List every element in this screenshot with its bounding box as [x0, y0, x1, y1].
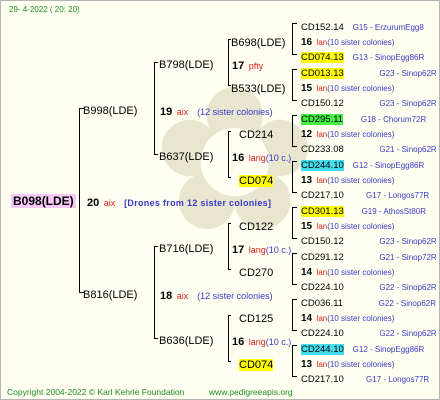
gen2-queen-1[interactable]: B798(LDE) [159, 55, 213, 73]
gen2-queen-3[interactable]: B716(LDE) [159, 239, 213, 257]
gen2-queen-2[interactable]: B637(LDE) [159, 147, 213, 165]
root-drone-info: 20 aix [Drones from 12 sister colonies] [87, 197, 272, 209]
gen1-queen-1-info: 19 aix (12 sister colonies) [160, 106, 273, 118]
gen3-queen-2[interactable]: B533(LDE) [231, 79, 285, 97]
gen2-queen-4-info: 16 lang(10 c.) [232, 336, 292, 348]
root-queen-label[interactable]: B098(LDE) [11, 194, 76, 208]
gen1-queen-2[interactable]: B816(LDE) [83, 285, 137, 303]
gen3-queen-4[interactable]: CD074 [239, 171, 274, 189]
website-link[interactable]: www.pedigreeapis.org [209, 387, 293, 397]
gen3-queen-3[interactable]: CD214 [239, 125, 273, 143]
pedigree-chart: ✿ 29- 4-2022 ( 20: 20) Copyright 2004-20… [0, 0, 440, 400]
gen2-queen-2-info: 16 lang(10 c.) [232, 152, 292, 164]
report-date: 29- 4-2022 ( 20: 20) [9, 5, 80, 14]
gen3-queen-5[interactable]: CD122 [239, 217, 273, 235]
gen1-queen-2-info: 18 aix (12 sister colonies) [160, 290, 273, 302]
root-queen[interactable]: B098(LDE) [11, 192, 76, 210]
gen3-queen-6[interactable]: CD270 [239, 263, 273, 281]
gen2-queen-3-info: 17 lang(10 c.) [232, 244, 292, 256]
gen3-queen-7[interactable]: CD125 [239, 309, 273, 327]
gen3-queen-1[interactable]: B698(LDE) [231, 33, 285, 51]
leaf-row[interactable]: CD217.10 G17 - Longos77R [301, 369, 429, 387]
copyright-notice: Copyright 2004-2022 © Karl Kehrle Founda… [7, 387, 185, 397]
gen1-queen-1[interactable]: B998(LDE) [83, 101, 137, 119]
gen2-queen-1-info: 17 pfty [232, 60, 264, 72]
gen3-queen-8[interactable]: CD074 [239, 355, 274, 373]
gen2-queen-4[interactable]: B636(LDE) [159, 331, 213, 349]
